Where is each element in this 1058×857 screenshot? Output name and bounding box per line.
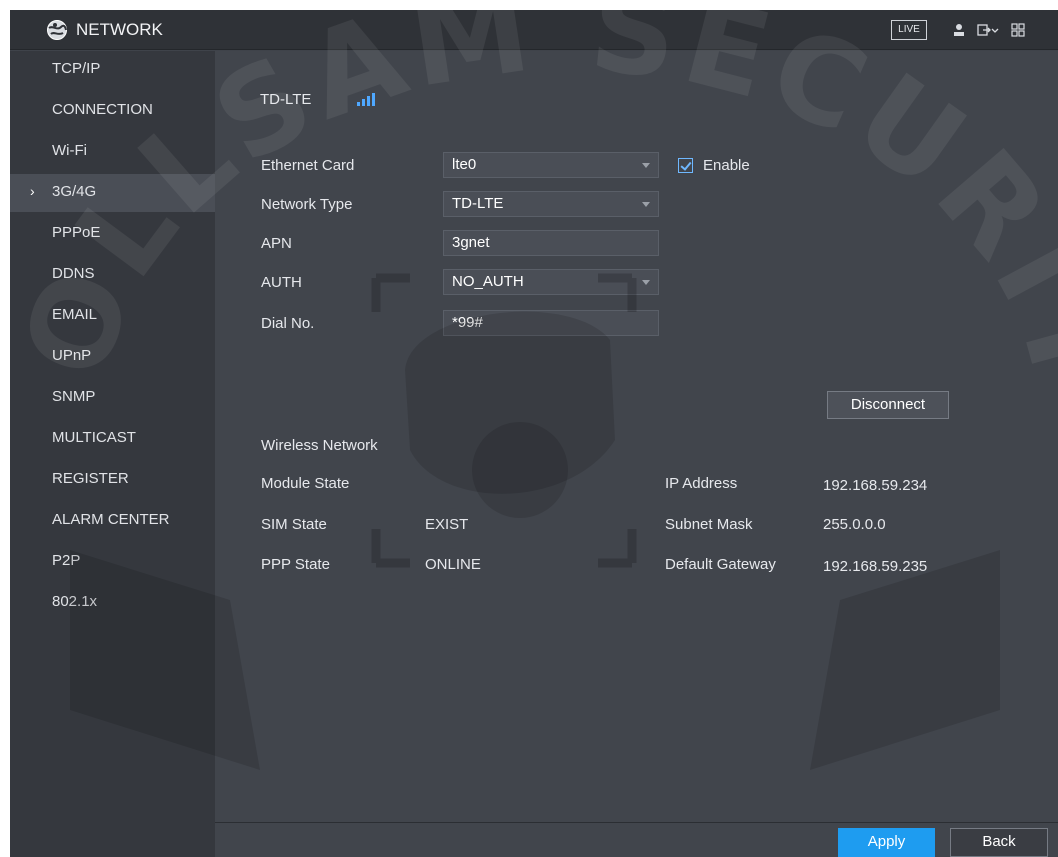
network-type-select[interactable]: TD-LTE [443, 191, 659, 217]
logout-icon[interactable] [976, 22, 992, 38]
dial-no-input[interactable]: *99# [443, 310, 659, 336]
default-gateway-label: Default Gateway [665, 556, 776, 573]
sidebar-item-label: PPPoE [52, 224, 101, 241]
sidebar-item-snmp[interactable]: SNMP [10, 379, 215, 417]
disconnect-button[interactable]: Disconnect [827, 391, 949, 419]
sidebar-item-label: TCP/IP [52, 60, 101, 77]
enable-checkbox[interactable] [678, 158, 693, 173]
sidebar-item-pppoe[interactable]: PPPoE [10, 215, 215, 253]
sidebar-item-multicast[interactable]: MULTICAST [10, 420, 215, 458]
sidebar-item-connection[interactable]: CONNECTION [10, 92, 215, 130]
sidebar-item-register[interactable]: REGISTER [10, 461, 215, 499]
sim-state-value: EXIST [425, 516, 469, 533]
main-panel: TD-LTE Ethernet Card lte0 Enable Network… [215, 51, 1058, 857]
chevron-down-icon [642, 163, 650, 168]
subnet-mask-value: 255.0.0.0 [823, 516, 886, 533]
chevron-right-icon: › [30, 183, 35, 199]
sidebar: TCP/IP CONNECTION Wi-Fi › 3G/4G PPPoE DD… [10, 51, 215, 857]
enable-label: Enable [703, 157, 750, 174]
sim-state-label: SIM State [261, 516, 327, 533]
sidebar-item-label: UPnP [52, 347, 92, 364]
sidebar-item-label: CONNECTION [52, 101, 153, 118]
auth-value: NO_AUTH [452, 273, 524, 290]
auth-select[interactable]: NO_AUTH [443, 269, 659, 295]
wireless-network-heading: Wireless Network [261, 437, 378, 454]
network-globe-icon [47, 20, 67, 40]
chevron-down-icon [642, 202, 650, 207]
subnet-mask-label: Subnet Mask [665, 516, 753, 533]
apn-input[interactable]: 3gnet [443, 230, 659, 256]
ethernet-card-label: Ethernet Card [261, 157, 355, 174]
app-window: NETWORK LIVE TCP/IP CONNECTION Wi-Fi › 3… [10, 10, 1058, 857]
sidebar-item-wifi[interactable]: Wi-Fi [10, 133, 215, 171]
ppp-state-label: PPP State [261, 556, 330, 573]
page-title: NETWORK [76, 20, 163, 39]
sidebar-item-label: ALARM CENTER [52, 511, 170, 528]
apn-label: APN [261, 235, 292, 252]
ip-address-value: 192.168.59.234 [823, 477, 928, 494]
sidebar-item-label: Wi-Fi [52, 142, 87, 159]
sidebar-item-p2p[interactable]: P2P [10, 543, 215, 581]
ethernet-card-select[interactable]: lte0 [443, 152, 659, 178]
live-button[interactable]: LIVE [891, 20, 927, 40]
ppp-state-value: ONLINE [425, 556, 481, 573]
footer-divider [215, 822, 1058, 823]
chevron-down-icon [642, 280, 650, 285]
dial-no-label: Dial No. [261, 315, 315, 332]
dial-no-value: *99# [452, 314, 483, 331]
sidebar-item-label: P2P [52, 552, 81, 569]
sidebar-item-label: REGISTER [52, 470, 129, 487]
sidebar-item-8021x[interactable]: 802.1x [10, 584, 215, 622]
sidebar-item-label: 802.1x [52, 593, 98, 610]
module-state-label: Module State [261, 475, 350, 492]
sidebar-item-label: DDNS [52, 265, 95, 282]
signal-strength-icon [357, 92, 375, 106]
auth-label: AUTH [261, 274, 302, 291]
signal-type-label: TD-LTE [260, 91, 312, 108]
sidebar-item-ddns[interactable]: DDNS [10, 256, 215, 294]
apply-button[interactable]: Apply [838, 828, 935, 857]
default-gateway-value: 192.168.59.235 [823, 558, 928, 575]
network-type-label: Network Type [261, 196, 353, 213]
sidebar-item-label: EMAIL [52, 306, 98, 323]
apn-value: 3gnet [452, 234, 490, 251]
back-button[interactable]: Back [950, 828, 1048, 857]
sidebar-item-upnp[interactable]: UPnP [10, 338, 215, 376]
sidebar-item-email[interactable]: EMAIL [10, 297, 215, 335]
sidebar-item-tcpip[interactable]: TCP/IP [10, 51, 215, 89]
ethernet-card-value: lte0 [452, 156, 477, 173]
sidebar-item-label: SNMP [52, 388, 96, 405]
ip-address-label: IP Address [665, 475, 738, 492]
title-bar: NETWORK LIVE [10, 10, 1058, 50]
network-type-value: TD-LTE [452, 195, 504, 212]
chevron-down-icon[interactable] [991, 22, 999, 38]
sidebar-item-alarm-center[interactable]: ALARM CENTER [10, 502, 215, 540]
sidebar-item-3g4g[interactable]: › 3G/4G [10, 174, 215, 212]
user-icon[interactable] [951, 22, 967, 38]
sidebar-item-label: MULTICAST [52, 429, 136, 446]
grid-menu-icon[interactable] [1010, 22, 1026, 38]
sidebar-item-label: 3G/4G [52, 183, 97, 200]
